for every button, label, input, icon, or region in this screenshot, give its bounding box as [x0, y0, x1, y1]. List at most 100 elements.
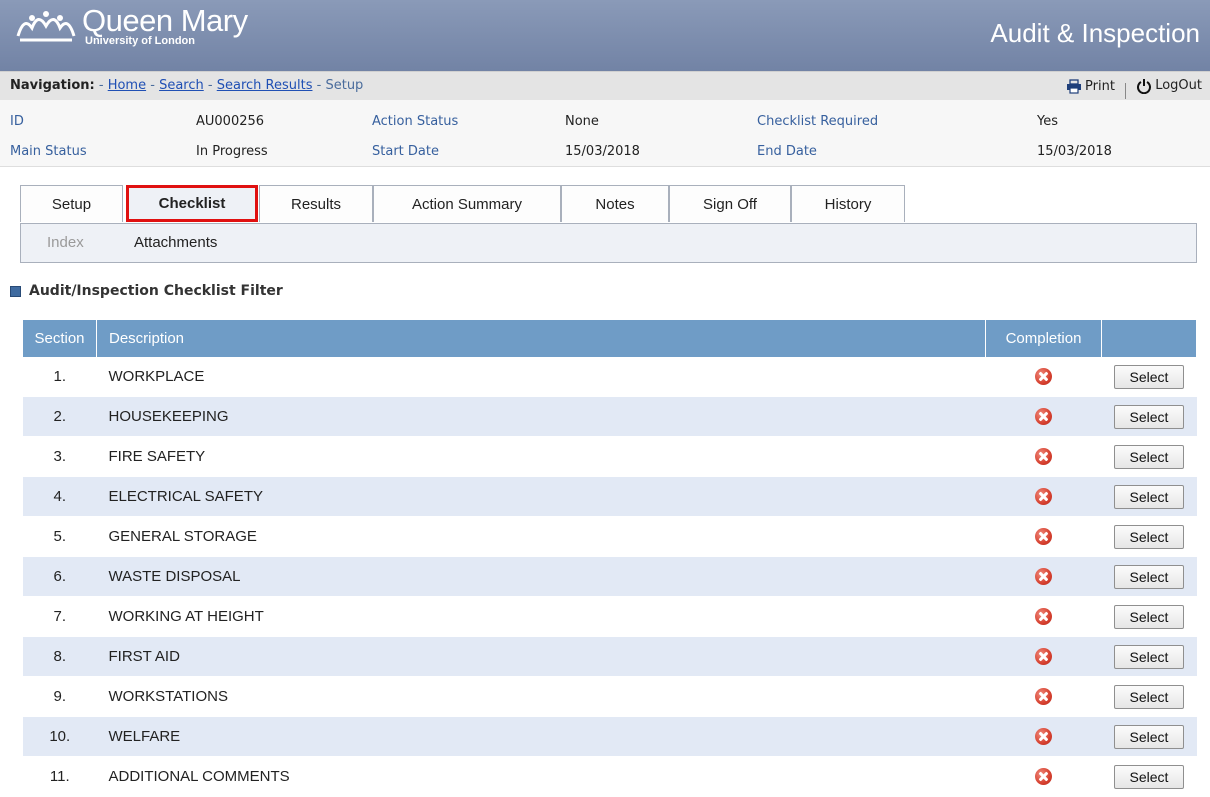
tab-history[interactable]: History: [791, 185, 905, 222]
row-completion: [985, 476, 1102, 517]
id-label: ID: [10, 114, 24, 129]
nav-link-home[interactable]: Home: [108, 78, 146, 93]
start-date-value: 15/03/2018: [565, 144, 640, 159]
row-description: ELECTRICAL SAFETY: [96, 476, 986, 517]
row-description: ADDITIONAL COMMENTS: [96, 756, 986, 797]
tab-action-summary[interactable]: Action Summary: [373, 185, 561, 222]
row-section-number: 6.: [23, 556, 97, 597]
row-section-number: 1.: [23, 357, 97, 397]
red-x-circle-icon: [1035, 648, 1052, 666]
start-date-label: Start Date: [372, 144, 439, 159]
row-section-number: 10.: [23, 716, 97, 757]
checklist-required-label: Checklist Required: [757, 114, 879, 129]
red-x-circle-icon: [1035, 608, 1052, 626]
table-row: 10. WELFARE Select: [23, 716, 1197, 757]
breadcrumb: Navigation: - Home - Search - Search Res…: [10, 72, 363, 100]
section-title: Audit/Inspection Checklist Filter: [29, 283, 283, 299]
row-action: Select: [1101, 357, 1197, 397]
red-x-circle-icon: [1035, 408, 1052, 426]
row-completion: [985, 716, 1102, 757]
table-row: 7. WORKING AT HEIGHT Select: [23, 596, 1197, 637]
table-row: 8. FIRST AID Select: [23, 636, 1197, 677]
end-date-label: End Date: [757, 144, 817, 159]
end-date-value: 15/03/2018: [1037, 144, 1112, 159]
printer-icon: [1067, 79, 1082, 94]
nav-link-search[interactable]: Search: [159, 78, 204, 93]
row-action: Select: [1101, 676, 1197, 717]
red-x-circle-icon: [1035, 768, 1052, 786]
row-description: WORKPLACE: [96, 357, 986, 397]
id-value: AU000256: [196, 114, 265, 129]
row-description: FIRE SAFETY: [96, 436, 986, 477]
tab-setup[interactable]: Setup: [20, 185, 123, 222]
main-status-value: In Progress: [196, 144, 268, 159]
column-header-completion: Completion: [985, 320, 1102, 357]
row-completion: [985, 676, 1102, 717]
row-completion: [985, 357, 1102, 397]
nav-separator: -: [150, 78, 155, 93]
column-header-action: [1101, 320, 1197, 357]
select-button[interactable]: Select: [1114, 484, 1184, 509]
power-icon: [1137, 79, 1152, 94]
row-section-number: 11.: [23, 756, 97, 797]
subtab-attachments[interactable]: Attachments: [134, 234, 217, 251]
select-button[interactable]: Select: [1114, 604, 1184, 629]
select-button[interactable]: Select: [1114, 564, 1184, 589]
table-row: 4. ELECTRICAL SAFETY Select: [23, 476, 1197, 517]
red-x-circle-icon: [1035, 568, 1052, 586]
select-button[interactable]: Select: [1114, 764, 1184, 789]
row-action: Select: [1101, 756, 1197, 797]
red-x-circle-icon: [1035, 528, 1052, 546]
select-button[interactable]: Select: [1114, 364, 1184, 389]
row-section-number: 9.: [23, 676, 97, 717]
logout-label: LogOut: [1155, 78, 1202, 93]
select-button[interactable]: Select: [1114, 404, 1184, 429]
tab-sign-off[interactable]: Sign Off: [669, 185, 791, 222]
red-x-circle-icon: [1035, 488, 1052, 506]
row-action: Select: [1101, 516, 1197, 557]
row-description: GENERAL STORAGE: [96, 516, 986, 557]
nav-separator: -: [98, 78, 104, 93]
table-row: 3. FIRE SAFETY Select: [23, 436, 1197, 477]
table-row: 11. ADDITIONAL COMMENTS Select: [23, 756, 1197, 797]
print-button[interactable]: Print: [1066, 73, 1115, 101]
table-header-row: Section Description Completion: [23, 320, 1197, 357]
crown-logo-icon: [16, 11, 76, 42]
nav-separator: -: [207, 78, 213, 93]
navigation-bar: Navigation: - Home - Search - Search Res…: [0, 71, 1210, 101]
row-section-number: 4.: [23, 476, 97, 517]
tab-notes[interactable]: Notes: [561, 185, 669, 222]
table-row: 2. HOUSEKEEPING Select: [23, 396, 1197, 437]
tab-checklist[interactable]: Checklist: [126, 185, 258, 222]
main-status-label: Main Status: [10, 144, 87, 159]
select-button[interactable]: Select: [1114, 444, 1184, 469]
navigation-label: Navigation:: [10, 78, 95, 93]
select-button[interactable]: Select: [1114, 644, 1184, 669]
table-row: 9. WORKSTATIONS Select: [23, 676, 1197, 717]
row-action: Select: [1101, 636, 1197, 677]
select-button[interactable]: Select: [1114, 684, 1184, 709]
tab-results[interactable]: Results: [259, 185, 373, 222]
red-x-circle-icon: [1035, 688, 1052, 706]
select-button[interactable]: Select: [1114, 724, 1184, 749]
subtab-bar: Index Attachments: [20, 223, 1197, 263]
app-title: Audit & Inspection: [990, 18, 1200, 48]
row-action: Select: [1101, 476, 1197, 517]
logout-button[interactable]: LogOut: [1136, 72, 1202, 100]
red-x-circle-icon: [1035, 368, 1052, 386]
logo-name: Queen Mary: [82, 3, 248, 38]
row-description: WASTE DISPOSAL: [96, 556, 986, 597]
row-completion: [985, 756, 1102, 797]
select-button[interactable]: Select: [1114, 524, 1184, 549]
checklist-table: Section Description Completion 1. WORKPLA…: [23, 320, 1197, 797]
collapse-toggle-icon[interactable]: [10, 285, 21, 297]
action-status-label: Action Status: [372, 114, 459, 129]
row-action: Select: [1101, 716, 1197, 757]
row-description: WORKING AT HEIGHT: [96, 596, 986, 637]
row-completion: [985, 556, 1102, 597]
row-action: Select: [1101, 556, 1197, 597]
checklist-filter-heading[interactable]: Audit/Inspection Checklist Filter: [10, 283, 283, 299]
header-banner: Queen Mary University of London Audit & …: [0, 0, 1210, 71]
nav-link-search-results[interactable]: Search Results: [217, 78, 313, 93]
row-description: FIRST AID: [96, 636, 986, 677]
